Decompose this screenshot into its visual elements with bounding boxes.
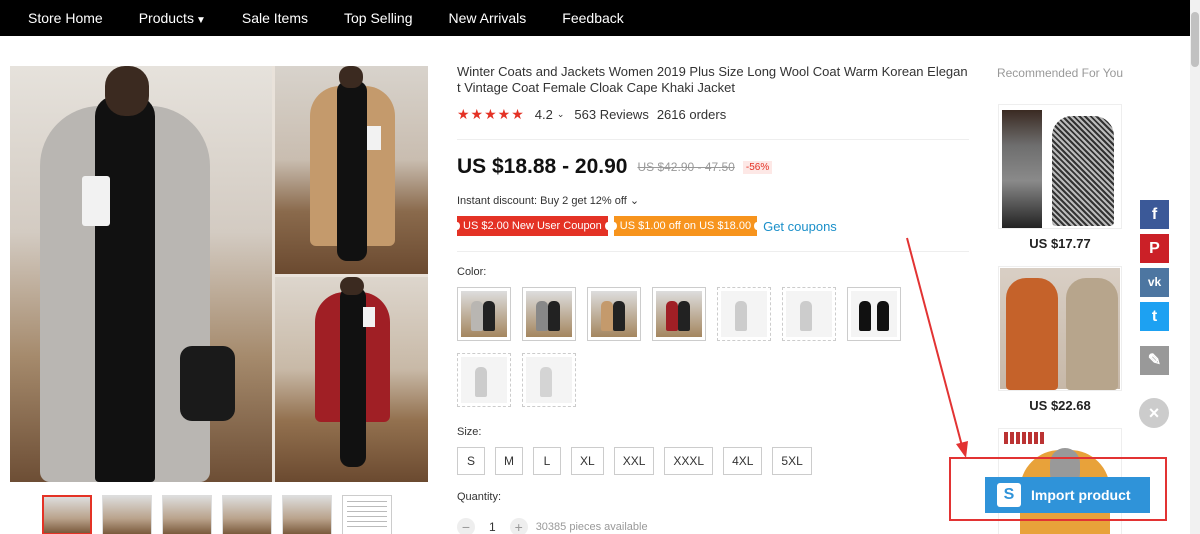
rating-score[interactable]: 4.2 [535, 107, 553, 122]
recommended-title: Recommended For You [996, 66, 1124, 80]
recommended-item-1[interactable] [998, 104, 1122, 229]
star-rating-icon: ★★★★★ [457, 106, 525, 122]
color-swatch-3[interactable] [587, 287, 641, 341]
size-option-xxl[interactable]: XXL [613, 447, 655, 475]
pinterest-share-icon[interactable]: P [1140, 234, 1169, 263]
available-stock: 30385 pieces available [535, 521, 648, 533]
color-swatch-6[interactable] [782, 287, 836, 341]
chevron-down-icon[interactable]: ⌄ [557, 109, 565, 120]
nav-products[interactable]: Products ▼ [121, 0, 224, 36]
product-main-image[interactable] [10, 66, 428, 482]
gallery-photo-khaki-coat [275, 66, 428, 274]
import-product-button[interactable]: S Import product [985, 477, 1150, 513]
edit-icon[interactable]: ✎ [1140, 346, 1169, 375]
size-option-5xl[interactable]: 5XL [772, 447, 812, 475]
nav-sale-items[interactable]: Sale Items [224, 0, 326, 36]
color-swatch-2[interactable] [522, 287, 576, 341]
reviews-link[interactable]: 563 Reviews [574, 107, 648, 122]
nav-top-selling[interactable]: Top Selling [326, 0, 431, 36]
vk-share-icon[interactable]: vk [1140, 268, 1169, 297]
page-scrollbar[interactable] [1190, 0, 1200, 534]
facebook-share-icon[interactable]: f [1140, 200, 1169, 229]
recommended-price-2: US $22.68 [1029, 398, 1091, 413]
plugin-logo-icon: S [997, 483, 1021, 507]
nav-feedback[interactable]: Feedback [544, 0, 641, 36]
gallery-photo-gray-coat [10, 66, 272, 482]
color-swatch-5[interactable] [717, 287, 771, 341]
rating-row: ★★★★★ 4.2 ⌄ 563 Reviews 2616 orders [457, 106, 726, 123]
size-option-4xl[interactable]: 4XL [723, 447, 763, 475]
current-price: US $18.88 - 20.90 [457, 155, 628, 178]
coupon-row: US $2.00 New User Coupon US $1.00 off on… [454, 216, 837, 236]
size-option-s[interactable]: S [457, 447, 485, 475]
size-options: S M L XL XXL XXXL 4XL 5XL [457, 447, 812, 475]
get-coupons-link[interactable]: Get coupons [763, 219, 837, 234]
thumbnail-4[interactable] [222, 495, 272, 534]
quantity-label: Quantity: [457, 491, 502, 503]
color-label: Color: [457, 266, 487, 278]
size-label: Size: [457, 426, 482, 438]
color-swatch-9[interactable] [522, 353, 576, 407]
color-swatch-8[interactable] [457, 353, 511, 407]
nav-products-label: Products [138, 10, 194, 26]
gallery-photo-red-coat [275, 277, 428, 482]
instant-discount[interactable]: Instant discount: Buy 2 get 12% off ⌄ [457, 194, 639, 207]
quantity-decrease-button[interactable]: − [457, 518, 475, 534]
thumbnail-strip [42, 495, 392, 534]
product-title: Winter Coats and Jackets Women 2019 Plus… [457, 64, 968, 95]
recommended-price-1: US $17.77 [1029, 236, 1091, 251]
size-option-l[interactable]: L [533, 447, 561, 475]
original-price: US $42.90 - 47.50 [637, 160, 735, 174]
color-swatches [457, 287, 927, 407]
size-option-xl[interactable]: XL [571, 447, 604, 475]
size-option-m[interactable]: M [495, 447, 523, 475]
color-swatch-1[interactable] [457, 287, 511, 341]
quantity-stepper: − 1 + 30385 pieces available [457, 518, 648, 534]
recommended-item-2[interactable] [998, 266, 1122, 391]
new-user-coupon[interactable]: US $2.00 New User Coupon [454, 216, 611, 236]
chevron-down-icon: ▼ [195, 15, 206, 26]
thumbnail-3[interactable] [162, 495, 212, 534]
nav-store-home[interactable]: Store Home [0, 0, 121, 36]
discount-badge: -56% [742, 160, 773, 174]
thumbnail-2[interactable] [102, 495, 152, 534]
store-coupon[interactable]: US $1.00 off on US $18.00 [610, 216, 761, 236]
instant-discount-text: Instant discount: Buy 2 get 12% off [457, 195, 627, 207]
thumbnail-size-chart[interactable] [342, 495, 392, 534]
quantity-increase-button[interactable]: + [509, 518, 528, 534]
thumbnail-1[interactable] [42, 495, 92, 534]
scrollbar-thumb[interactable] [1191, 12, 1199, 67]
store-nav-bar: Store Home Products ▼ Sale Items Top Sell… [0, 0, 1190, 36]
thumbnail-5[interactable] [282, 495, 332, 534]
size-option-xxxl[interactable]: XXXL [664, 447, 714, 475]
chevron-down-icon: ⌄ [629, 195, 640, 207]
divider [457, 251, 969, 252]
quantity-value[interactable]: 1 [489, 520, 496, 534]
twitter-share-icon[interactable]: t [1140, 302, 1169, 331]
color-swatch-7[interactable] [847, 287, 901, 341]
import-product-label: Import product [1031, 487, 1131, 503]
nav-new-arrivals[interactable]: New Arrivals [431, 0, 545, 36]
price-row: US $18.88 - 20.90 US $42.90 - 47.50 -56% [457, 155, 773, 179]
close-icon[interactable]: × [1139, 398, 1169, 428]
color-swatch-4[interactable] [652, 287, 706, 341]
divider [457, 139, 969, 140]
recommended-item-image [1000, 106, 1120, 228]
recommended-item-image [1000, 268, 1120, 390]
orders-count: 2616 orders [656, 107, 727, 122]
